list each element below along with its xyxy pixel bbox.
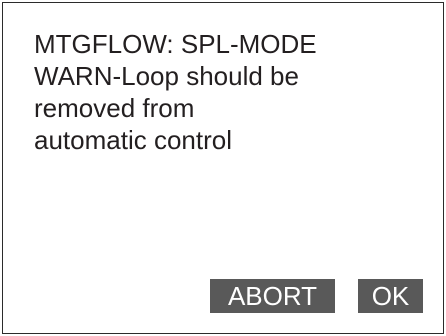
message-line-1: MTGFLOW: SPL-MODE xyxy=(34,29,317,59)
ok-button[interactable]: OK xyxy=(358,279,423,313)
abort-button[interactable]: ABORT xyxy=(210,279,335,313)
message-line-2: WARN-Loop should be xyxy=(34,61,299,91)
message-line-3: removed from xyxy=(34,93,195,123)
warning-dialog: MTGFLOW: SPL-MODE WARN-Loop should be re… xyxy=(2,2,444,334)
message-line-4: automatic control xyxy=(34,125,232,155)
warning-message: MTGFLOW: SPL-MODE WARN-Loop should be re… xyxy=(34,28,434,156)
